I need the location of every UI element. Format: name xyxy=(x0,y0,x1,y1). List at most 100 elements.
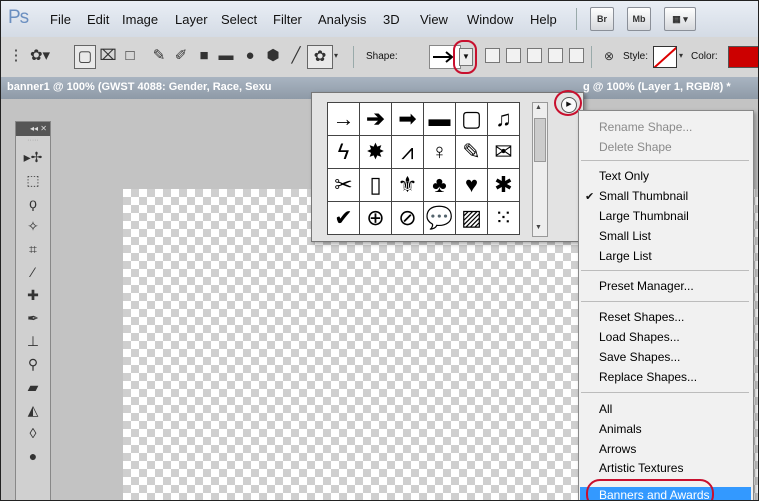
frame-square-icon[interactable]: ▢ xyxy=(456,103,488,136)
menu-delete-shape[interactable]: Delete Shape xyxy=(599,140,672,154)
move-tool-icon[interactable]: ▸✢ xyxy=(16,146,50,169)
scissors-icon[interactable]: ✂ xyxy=(328,169,360,202)
tool-preset-picker-icon[interactable]: ✿▾ xyxy=(25,45,55,67)
new-layer-mode-icon[interactable] xyxy=(485,48,500,63)
menu-help[interactable]: Help xyxy=(530,12,557,27)
dot-grid-icon[interactable]: ⁙ xyxy=(488,202,520,235)
menu-rename-shape[interactable]: Rename Shape... xyxy=(599,120,692,134)
banner-wave-icon[interactable]: ▬ xyxy=(424,103,456,136)
shape-layers-mode-icon[interactable]: ▢ xyxy=(74,45,96,69)
puzzle-cluster-icon[interactable]: ♣ xyxy=(424,169,456,202)
lightning-icon[interactable]: ϟ xyxy=(328,136,360,169)
menu-image[interactable]: Image xyxy=(122,12,158,27)
crop-tool-icon[interactable]: ⌗ xyxy=(16,238,50,261)
menu-small-list[interactable]: Small List xyxy=(599,229,651,243)
eraser-tool-icon[interactable]: ▰ xyxy=(16,376,50,399)
menu-large-list[interactable]: Large List xyxy=(599,249,652,263)
menu-filter[interactable]: Filter xyxy=(273,12,302,27)
marquee-tool-icon[interactable]: ⬚ xyxy=(16,169,50,192)
checkmark-icon: ✔ xyxy=(585,191,595,203)
menu-3d[interactable]: 3D xyxy=(383,12,400,27)
polygon-tool-icon[interactable]: ⬢ xyxy=(263,45,283,67)
line-tool-icon[interactable]: ╱ xyxy=(286,45,306,67)
blank-tile-icon[interactable]: ▯ xyxy=(360,169,392,202)
color-swatch[interactable] xyxy=(728,46,758,68)
arrow-thin-icon[interactable]: → xyxy=(328,103,360,136)
menu-replace-shapes[interactable]: Replace Shapes... xyxy=(599,370,697,384)
heart-icon[interactable]: ♥ xyxy=(456,169,488,202)
freeform-pen-icon[interactable]: ✐ xyxy=(171,45,191,67)
menu-load-shapes[interactable]: Load Shapes... xyxy=(599,330,680,344)
splat-icon[interactable]: ✱ xyxy=(488,169,520,202)
lasso-tool-icon[interactable]: ϙ xyxy=(16,192,50,215)
menu-save-shapes[interactable]: Save Shapes... xyxy=(599,350,680,364)
menu-small-thumbnail[interactable]: Small Thumbnail xyxy=(599,189,688,203)
dodge-tool-icon[interactable]: ● xyxy=(16,445,50,468)
bridge-button[interactable]: Br xyxy=(590,7,614,31)
fill-pixels-mode-icon[interactable]: □ xyxy=(120,45,140,67)
clone-stamp-tool-icon[interactable]: ⊥ xyxy=(16,330,50,353)
style-dropdown-icon[interactable]: ▾ xyxy=(676,45,686,67)
exclude-overlap-mode-icon[interactable] xyxy=(569,48,584,63)
healing-brush-tool-icon[interactable]: ✚ xyxy=(16,284,50,307)
intersect-area-mode-icon[interactable] xyxy=(548,48,563,63)
picker-scrollbar[interactable]: ▲ ▼ xyxy=(532,102,548,237)
lightbulb-icon[interactable]: ♀ xyxy=(424,136,456,169)
menu-large-thumbnail[interactable]: Large Thumbnail xyxy=(599,209,689,223)
history-brush-tool-icon[interactable]: ⚲ xyxy=(16,353,50,376)
checkmark-icon[interactable]: ✔ xyxy=(328,202,360,235)
menu-artistic-textures[interactable]: Artistic Textures xyxy=(599,461,683,477)
crosshair-icon[interactable]: ⊕ xyxy=(360,202,392,235)
style-swatch-none[interactable] xyxy=(653,46,677,68)
scroll-up-icon[interactable]: ▲ xyxy=(535,104,542,111)
arrow-medium-icon[interactable]: ➔ xyxy=(360,103,392,136)
menu-layer[interactable]: Layer xyxy=(175,12,208,27)
menu-preset-manager[interactable]: Preset Manager... xyxy=(599,279,694,293)
grass-icon[interactable]: ⩘ xyxy=(392,136,424,169)
eyedropper-tool-icon[interactable]: ⁄ xyxy=(16,261,50,284)
envelope-icon[interactable]: ✉ xyxy=(488,136,520,169)
rectangle-tool-icon[interactable]: ■ xyxy=(194,45,214,67)
paint-bucket-tool-icon[interactable]: ◭ xyxy=(16,399,50,422)
menu-view[interactable]: View xyxy=(420,12,448,27)
subtract-area-mode-icon[interactable] xyxy=(527,48,542,63)
add-area-mode-icon[interactable] xyxy=(506,48,521,63)
speech-bubble-icon[interactable]: 💬 xyxy=(424,202,456,235)
ellipse-tool-icon[interactable]: ● xyxy=(240,45,260,67)
tool-preset-grip-icon: ⋮ xyxy=(8,47,24,64)
rounded-rectangle-icon[interactable]: ▬ xyxy=(216,45,236,67)
paths-mode-icon[interactable]: ⌧ xyxy=(98,45,118,67)
arrow-bold-icon[interactable]: ➡ xyxy=(392,103,424,136)
starburst-icon[interactable]: ✸ xyxy=(360,136,392,169)
link-layer-style-icon[interactable]: ⊗ xyxy=(599,45,619,67)
music-note-icon[interactable]: ♫ xyxy=(488,103,520,136)
menu-animals[interactable]: Animals xyxy=(599,422,642,436)
menu-select[interactable]: Select xyxy=(221,12,257,27)
scroll-thumb[interactable] xyxy=(534,118,546,162)
menu-analysis[interactable]: Analysis xyxy=(318,12,366,27)
minibridge-button[interactable]: Mb xyxy=(627,7,651,31)
blur-tool-icon[interactable]: ◊ xyxy=(16,422,50,445)
document-tab-banner1[interactable]: banner1 @ 100% (GWST 4088: Gender, Race,… xyxy=(7,81,271,93)
scroll-down-icon[interactable]: ▼ xyxy=(535,224,542,231)
fleur-de-lis-icon[interactable]: ⚜ xyxy=(392,169,424,202)
tools-panel-header[interactable]: ◂◂ ✕ xyxy=(16,122,50,136)
menu-window[interactable]: Window xyxy=(467,12,513,27)
menu-all[interactable]: All xyxy=(599,402,612,416)
menu-file[interactable]: File xyxy=(50,12,71,27)
geometry-options-icon[interactable]: ▾ xyxy=(331,45,341,67)
menu-edit[interactable]: Edit xyxy=(87,12,109,27)
menu-arrows[interactable]: Arrows xyxy=(599,442,636,456)
menu-text-only[interactable]: Text Only xyxy=(599,169,649,183)
arrange-documents-button[interactable]: ▦ ▾ xyxy=(664,7,696,31)
options-separator xyxy=(353,46,354,68)
custom-shape-tool-icon[interactable]: ✿ xyxy=(307,45,333,69)
menu-reset-shapes[interactable]: Reset Shapes... xyxy=(599,310,684,324)
hatch-pattern-icon[interactable]: ▨ xyxy=(456,202,488,235)
quick-selection-tool-icon[interactable]: ✧ xyxy=(16,215,50,238)
brush-tool-icon[interactable]: ✒ xyxy=(16,307,50,330)
no-sign-icon[interactable]: ⊘ xyxy=(392,202,424,235)
document-tab-second[interactable]: g @ 100% (Layer 1, RGB/8) * xyxy=(583,81,731,93)
thumbtack-icon[interactable]: ✎ xyxy=(456,136,488,169)
pen-tool-icon[interactable]: ✎ xyxy=(149,45,169,67)
